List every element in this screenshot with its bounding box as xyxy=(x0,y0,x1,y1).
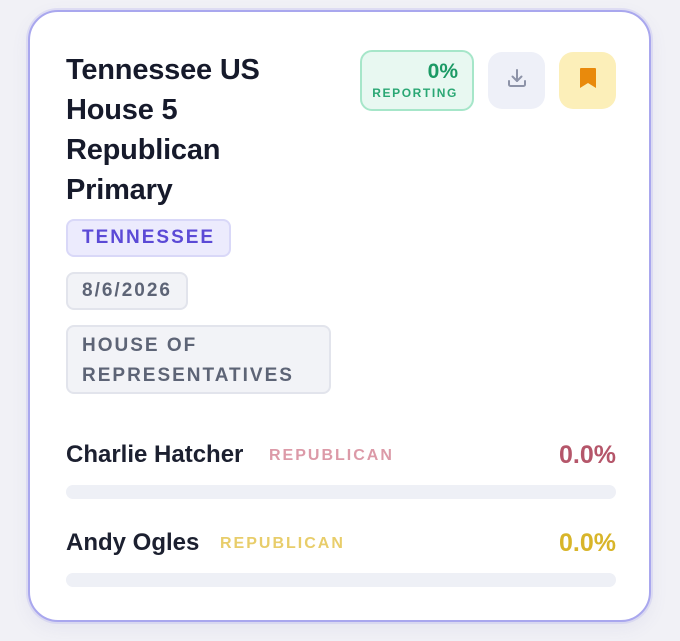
office-tag: HOUSE OF REPRESENTATIVES xyxy=(66,325,331,394)
state-tag: TENNESSEE xyxy=(66,219,232,257)
candidate-name: Charlie Hatcher xyxy=(66,441,244,468)
download-button[interactable] xyxy=(488,52,545,109)
candidate-name: Andy Ogles xyxy=(66,529,200,556)
download-icon xyxy=(505,66,529,95)
candidate-party: REPUBLICAN xyxy=(269,447,394,464)
candidate-party: REPUBLICAN xyxy=(220,535,345,552)
bookmark-button[interactable] xyxy=(559,52,616,109)
reporting-percent: 0% xyxy=(427,60,458,83)
date-tag: 8/6/2026 xyxy=(66,272,188,310)
reporting-label: REPORTING xyxy=(372,86,458,100)
candidate-vote-bar xyxy=(66,485,616,499)
candidate-percent: 0.0% xyxy=(559,529,616,557)
reporting-badge: 0% REPORTING xyxy=(360,50,474,111)
bookmark-icon xyxy=(577,66,599,95)
race-card: Tennessee US House 5 Republican Primary … xyxy=(28,10,651,622)
candidate-vote-bar xyxy=(66,573,616,587)
candidate-percent: 0.0% xyxy=(559,441,616,469)
race-title: Tennessee US House 5 Republican Primary xyxy=(66,54,260,206)
